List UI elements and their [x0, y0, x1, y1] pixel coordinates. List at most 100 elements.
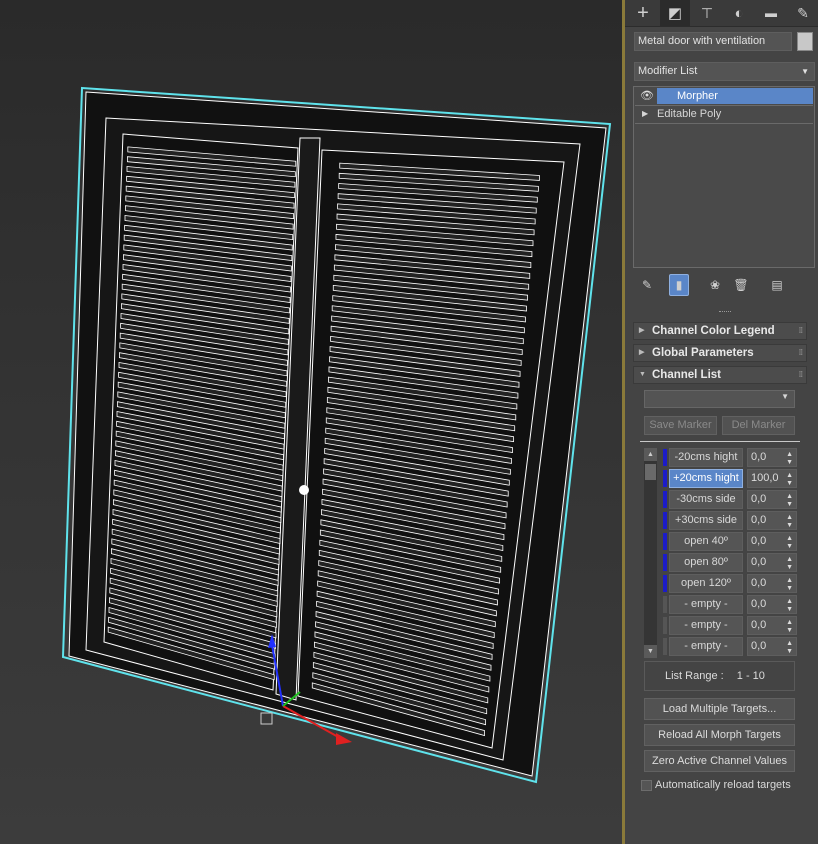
- channel-name-button[interactable]: -30cms side: [669, 490, 743, 509]
- scroll-up-icon[interactable]: ▲: [644, 448, 657, 461]
- channel-value-spinner[interactable]: 0,0 ▲ ▼: [747, 511, 797, 530]
- expand-triangle-icon[interactable]: ▶: [642, 106, 648, 122]
- hierarchy-tab-icon[interactable]: ⊤: [692, 0, 722, 26]
- channel-name-button[interactable]: - empty -: [669, 595, 743, 614]
- display-tab-icon[interactable]: ▬: [756, 0, 786, 26]
- make-unique-icon[interactable]: ❀: [705, 274, 725, 296]
- stack-toolbar: ✎ ▮ ❀ 🗑 ▤: [633, 274, 815, 296]
- utilities-tab-wrench-icon[interactable]: ✎: [788, 0, 818, 26]
- object-name-field[interactable]: Metal door with ventilation: [634, 32, 792, 51]
- spinner-arrows-icon[interactable]: ▲ ▼: [786, 554, 793, 572]
- object-color-swatch[interactable]: [797, 32, 813, 51]
- channel-row[interactable]: open 40º 0,0 ▲ ▼: [663, 532, 799, 551]
- channel-row[interactable]: open 120º 0,0 ▲ ▼: [663, 574, 799, 593]
- channel-name-button[interactable]: -20cms hight: [669, 448, 743, 467]
- modify-tab-icon[interactable]: ◩: [660, 0, 690, 26]
- channel-state-indicator: [663, 617, 667, 634]
- channel-row[interactable]: -20cms hight 0,0 ▲ ▼: [663, 448, 799, 467]
- channel-value-spinner[interactable]: 0,0 ▲ ▼: [747, 574, 797, 593]
- channel-value: 0,0: [751, 619, 767, 631]
- channel-row[interactable]: - empty - 0,0 ▲ ▼: [663, 595, 799, 614]
- spinner-arrows-icon[interactable]: ▲ ▼: [786, 449, 793, 467]
- collapsed-triangle-icon: ▶: [639, 349, 645, 356]
- channel-row[interactable]: +20cms hight 100,0 ▲ ▼: [663, 469, 799, 488]
- rollout-title: Channel List: [652, 369, 722, 381]
- channel-state-indicator: [663, 491, 667, 508]
- channel-row[interactable]: +30cms side 0,0 ▲ ▼: [663, 511, 799, 530]
- show-end-result-icon[interactable]: ▮: [669, 274, 689, 296]
- panel-grip[interactable]: [719, 311, 731, 314]
- auto-reload-label: Automatically reload targets: [655, 779, 791, 791]
- perspective-viewport[interactable]: [0, 0, 622, 844]
- door-handle: [299, 485, 309, 495]
- channel-name-button[interactable]: open 40º: [669, 532, 743, 551]
- channel-row[interactable]: -30cms side 0,0 ▲ ▼: [663, 490, 799, 509]
- stack-item-morpher-row[interactable]: 👁 Morpher: [635, 88, 813, 104]
- channel-value: 0,0: [751, 514, 767, 526]
- spinner-arrows-icon[interactable]: ▲ ▼: [786, 617, 793, 635]
- channel-value-spinner[interactable]: 100,0 ▲ ▼: [747, 469, 797, 488]
- rollout-title: Channel Color Legend: [652, 325, 775, 337]
- spinner-arrows-icon[interactable]: ▲ ▼: [786, 470, 793, 488]
- del-marker-button[interactable]: Del Marker: [722, 416, 795, 435]
- channel-name-button[interactable]: open 120º: [669, 574, 743, 593]
- channel-value-spinner[interactable]: 0,0 ▲ ▼: [747, 448, 797, 467]
- channel-value-spinner[interactable]: 0,0 ▲ ▼: [747, 616, 797, 635]
- spinner-arrows-icon[interactable]: ▲ ▼: [786, 575, 793, 593]
- remove-modifier-trash-icon[interactable]: 🗑: [731, 274, 751, 296]
- door-wireframe[interactable]: [0, 0, 622, 844]
- configure-modifier-sets-icon[interactable]: ▤: [767, 274, 787, 296]
- channel-value-spinner[interactable]: 0,0 ▲ ▼: [747, 595, 797, 614]
- scroll-thumb[interactable]: [645, 464, 656, 480]
- reload-all-morph-targets-button[interactable]: Reload All Morph Targets: [644, 724, 795, 746]
- channel-value-spinner[interactable]: 0,0 ▲ ▼: [747, 553, 797, 572]
- channel-name-button[interactable]: - empty -: [669, 616, 743, 635]
- channel-value-spinner[interactable]: 0,0 ▲ ▼: [747, 637, 797, 656]
- save-marker-button[interactable]: Save Marker: [644, 416, 717, 435]
- eye-icon[interactable]: 👁: [640, 88, 654, 104]
- channel-value: 0,0: [751, 556, 767, 568]
- command-panel: + ◩ ⊤ ◐ ▬ ✎ Metal door with ventilation …: [625, 0, 818, 844]
- list-range-box: List Range : 1 - 10: [644, 661, 795, 691]
- chevron-down-icon: ▼: [801, 67, 809, 76]
- rollout-channel-list[interactable]: ▼ Channel List ⁞⁞: [633, 366, 807, 384]
- create-tab-plus-icon[interactable]: +: [628, 0, 658, 26]
- modifier-stack: 👁 Morpher ▶ Editable Poly: [633, 86, 815, 268]
- modifier-list-label: Modifier List: [638, 65, 698, 77]
- channel-name-button[interactable]: +20cms hight: [669, 469, 743, 488]
- stack-item-morpher[interactable]: Morpher: [657, 88, 813, 104]
- stack-item-editable-poly[interactable]: ▶ Editable Poly: [635, 106, 813, 122]
- spinner-arrows-icon[interactable]: ▲ ▼: [786, 491, 793, 509]
- scroll-down-icon[interactable]: ▼: [644, 645, 657, 658]
- channel-value-spinner[interactable]: 0,0 ▲ ▼: [747, 490, 797, 509]
- spinner-arrows-icon[interactable]: ▲ ▼: [786, 596, 793, 614]
- spinner-arrows-icon[interactable]: ▲ ▼: [786, 533, 793, 551]
- channel-row[interactable]: - empty - 0,0 ▲ ▼: [663, 637, 799, 656]
- grip-dots-icon: ⁞⁞: [798, 348, 803, 357]
- channel-value: 0,0: [751, 451, 767, 463]
- pin-stack-icon[interactable]: ✎: [637, 274, 657, 296]
- zero-active-channel-values-button[interactable]: Zero Active Channel Values: [644, 750, 795, 772]
- rollout-channel-color-legend[interactable]: ▶ Channel Color Legend ⁞⁞: [633, 322, 807, 340]
- channel-state-indicator: [663, 596, 667, 613]
- spinner-arrows-icon[interactable]: ▲ ▼: [786, 512, 793, 530]
- motion-tab-icon[interactable]: ◐: [724, 0, 754, 26]
- channel-name-button[interactable]: - empty -: [669, 637, 743, 656]
- channel-scrollbar[interactable]: ▲ ▼: [644, 448, 657, 658]
- channel-value-spinner[interactable]: 0,0 ▲ ▼: [747, 532, 797, 551]
- channel-value: 0,0: [751, 493, 767, 505]
- command-panel-tabs: + ◩ ⊤ ◐ ▬ ✎: [625, 0, 818, 27]
- channel-name-button[interactable]: open 80º: [669, 553, 743, 572]
- marker-dropdown[interactable]: ▼: [644, 390, 795, 408]
- channel-row[interactable]: open 80º 0,0 ▲ ▼: [663, 553, 799, 572]
- spinner-arrows-icon[interactable]: ▲ ▼: [786, 638, 793, 656]
- channel-row[interactable]: - empty - 0,0 ▲ ▼: [663, 616, 799, 635]
- expanded-triangle-icon: ▼: [639, 371, 646, 378]
- channel-name-button[interactable]: +30cms side: [669, 511, 743, 530]
- stack-divider: [635, 123, 813, 124]
- modifier-list-dropdown[interactable]: Modifier List ▼: [634, 62, 815, 81]
- load-multiple-targets-button[interactable]: Load Multiple Targets...: [644, 698, 795, 720]
- rollout-global-parameters[interactable]: ▶ Global Parameters ⁞⁞: [633, 344, 807, 362]
- channel-value: 100,0: [751, 472, 779, 484]
- auto-reload-checkbox[interactable]: [641, 780, 652, 791]
